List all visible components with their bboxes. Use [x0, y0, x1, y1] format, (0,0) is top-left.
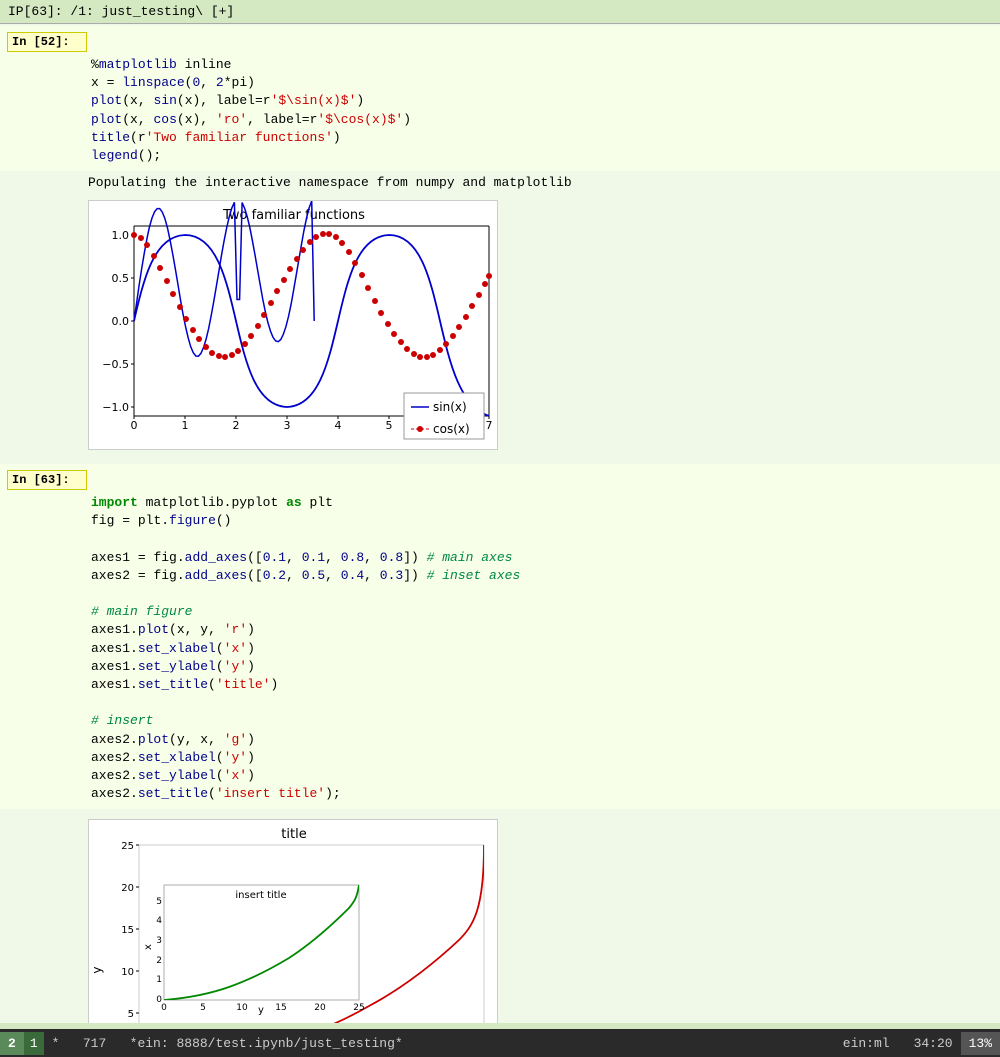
- ytick-label: 0.0: [112, 315, 130, 328]
- plot1-title: Two familiar functions: [222, 208, 365, 223]
- cell-52: In [52]: %matplotlib inline x = linspace…: [0, 26, 1000, 171]
- xtick-label: 3: [284, 419, 291, 432]
- cell-header-52: In [52]:: [3, 30, 1000, 54]
- status-cursor: 34:20: [906, 1032, 961, 1055]
- inset-ytick: 3: [156, 936, 162, 946]
- inset-xtick: 25: [353, 1003, 364, 1013]
- code-line: axes2.plot(y, x, 'g'): [91, 731, 992, 749]
- inset-ylabel: x: [143, 944, 154, 950]
- plot1-svg: Two familiar functions 1.0 0.5: [88, 200, 498, 450]
- cell-header-63: In [63]:: [3, 468, 1000, 492]
- plot2-ylabel: y: [90, 967, 104, 974]
- title-text: IP[63]: /1: just_testing\ [+]: [8, 4, 234, 19]
- xtick-label: 5: [386, 419, 393, 432]
- code-line: axes1.set_xlabel('x'): [91, 640, 992, 658]
- code-line: axes2 = fig.add_axes([0.2, 0.5, 0.4, 0.3…: [91, 567, 992, 585]
- legend-sin-label: sin(x): [433, 400, 467, 414]
- cell-code-52[interactable]: %matplotlib inline x = linspace(0, 2*pi)…: [3, 54, 1000, 167]
- ytick-label: 10: [121, 967, 134, 978]
- code-line: axes1.set_ylabel('y'): [91, 658, 992, 676]
- ytick-label: −0.5: [102, 358, 129, 371]
- inset-ytick: 1: [156, 975, 162, 985]
- status-bar: 2 1 * 717 *ein: 8888/test.ipynb/just_tes…: [0, 1029, 1000, 1057]
- code-line: [91, 531, 992, 549]
- ytick-label: 1.0: [112, 229, 130, 242]
- title-bar: IP[63]: /1: just_testing\ [+]: [0, 0, 1000, 24]
- inset-xtick: 15: [275, 1003, 286, 1013]
- status-mode-indicator: 1: [24, 1032, 44, 1055]
- inset-xtick: 0: [161, 1003, 167, 1013]
- inset-xtick: 20: [314, 1003, 326, 1013]
- output-namespace-text: Populating the interactive namespace fro…: [0, 173, 1000, 192]
- ytick-label: 0.5: [112, 272, 130, 285]
- legend-cos-label: cos(x): [433, 422, 470, 436]
- inset-xtick: 5: [200, 1003, 206, 1013]
- ytick-label: 15: [121, 925, 134, 936]
- inset-title: insert title: [235, 890, 286, 901]
- ytick-label: 20: [121, 883, 134, 894]
- inset-ytick: 5: [156, 897, 162, 907]
- code-line: import matplotlib.pyplot as plt: [91, 494, 992, 512]
- status-percent: 13%: [961, 1032, 1000, 1055]
- code-line: [91, 694, 992, 712]
- status-kernel: ein:ml: [827, 1032, 906, 1055]
- code-line: [91, 585, 992, 603]
- cell-63: In [63]: import matplotlib.pyplot as plt…: [0, 464, 1000, 809]
- prompt-52: In [52]:: [7, 32, 87, 52]
- code-line: axes2.set_ylabel('x')​: [91, 767, 992, 785]
- ytick-label: 5: [128, 1009, 134, 1020]
- code-line: # main figure: [91, 603, 992, 621]
- plot1-container: Two familiar functions 1.0 0.5: [88, 200, 498, 454]
- xtick-label: 2: [233, 419, 240, 432]
- code-line: title(r'Two familiar functions'): [91, 129, 992, 147]
- cell-code-63[interactable]: import matplotlib.pyplot as plt fig = pl…: [3, 492, 1000, 805]
- code-line: # insert: [91, 712, 992, 730]
- code-line: plot(x, sin(x), label=r'$\sin(x)$'): [91, 92, 992, 110]
- code-line: x = linspace(0, 2*pi): [91, 74, 992, 92]
- plot2-title: title: [281, 827, 306, 842]
- code-line: plot(x, cos(x), 'ro', label=r'$\cos(x)$'…: [91, 111, 992, 129]
- xtick-label: 4: [335, 419, 342, 432]
- code-line: axes2.set_title('insert title');: [91, 785, 992, 803]
- code-line: axes1.plot(x, y, 'r'): [91, 621, 992, 639]
- status-filename: * 717 *ein: 8888/test.ipynb/just_testing…: [44, 1032, 827, 1055]
- inset-xlabel: y: [258, 1005, 264, 1016]
- status-cell-number: 2: [0, 1032, 24, 1055]
- code-line: axes1 = fig.add_axes([0.1, 0.1, 0.8, 0.8…: [91, 549, 992, 567]
- ytick-label: 25: [121, 841, 134, 852]
- notebook[interactable]: In [52]: %matplotlib inline x = linspace…: [0, 24, 1000, 1023]
- inset-ytick: 2: [156, 956, 162, 966]
- code-line: legend();: [91, 147, 992, 165]
- cos-dots: [131, 231, 492, 360]
- plot2-svg: title y x 0 5 10 15 20: [88, 819, 498, 1023]
- code-line: %matplotlib inline: [91, 56, 992, 74]
- xtick-label: 1: [182, 419, 189, 432]
- ytick-label: −1.0: [102, 401, 129, 414]
- code-line: fig = plt.figure(): [91, 512, 992, 530]
- code-line: axes1.set_title('title'): [91, 676, 992, 694]
- xtick-label: 7: [486, 419, 493, 432]
- inset-axes: [164, 885, 359, 1000]
- inset-ytick: 4: [156, 916, 162, 926]
- inset-xtick: 10: [236, 1003, 248, 1013]
- sin-curve: [134, 235, 489, 416]
- code-line: axes2.set_xlabel('y'): [91, 749, 992, 767]
- xtick-label: 0: [131, 419, 138, 432]
- plot2-container: title y x 0 5 10 15 20: [88, 819, 498, 1023]
- prompt-63: In [63]:: [7, 470, 87, 490]
